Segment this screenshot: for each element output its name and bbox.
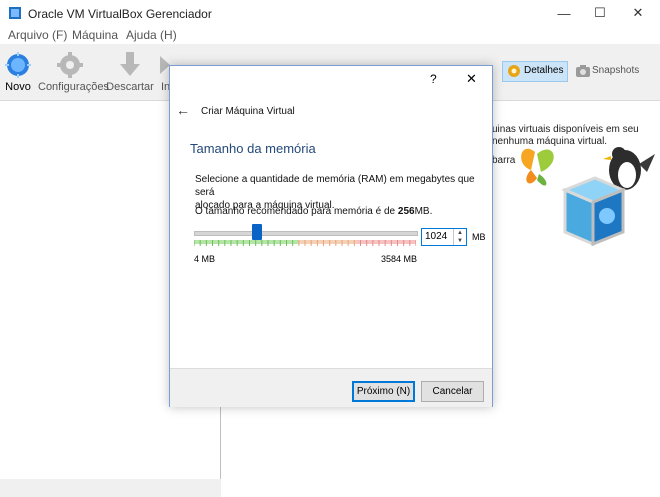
cancel-button[interactable]: Cancelar <box>421 381 484 402</box>
menu-maquina[interactable]: Máquina <box>72 28 118 42</box>
memory-slider-thumb[interactable] <box>252 224 263 240</box>
menu-arquivo[interactable]: Arquivo (F) <box>8 28 67 42</box>
spin-down-icon[interactable]: ▼ <box>454 237 466 245</box>
new-label: Novo <box>5 81 31 93</box>
discard-arrow-icon <box>120 52 140 76</box>
window-title: Oracle VM VirtualBox Gerenciador <box>28 7 212 21</box>
virtualbox-welcome-illustration <box>521 147 655 247</box>
new-button[interactable]: Novo <box>2 44 34 100</box>
recommended-memory-text: O tamanho recomendado para memória é de … <box>195 205 432 218</box>
create-vm-dialog: ? ✕ ← Criar Máquina Virtual Tamanho da m… <box>169 65 493 407</box>
memory-unit-label: MB <box>472 232 486 242</box>
butterfly-icon <box>521 148 554 186</box>
settings-label: Configurações <box>38 81 109 93</box>
details-gear-icon <box>508 65 520 77</box>
slider-max-label: 3584 MB <box>381 254 418 264</box>
memory-slider-ticks <box>194 240 416 246</box>
camera-icon <box>576 65 590 77</box>
description-line-1: Selecione a quantidade de memória (RAM) … <box>195 174 475 198</box>
maximize-button[interactable]: ☐ <box>582 0 618 26</box>
slider-min-label: 4 MB <box>194 254 216 264</box>
menu-ajuda[interactable]: Ajuda (H) <box>126 28 177 42</box>
snapshots-button[interactable]: Snapshots <box>574 62 644 81</box>
memory-spinbox[interactable]: 1024 ▲ ▼ <box>421 228 467 246</box>
section-title: Tamanho da memória <box>190 141 316 156</box>
recommended-value: 256 <box>397 206 415 217</box>
next-button[interactable]: Próximo (N) <box>352 381 415 402</box>
virtualbox-cube-icon <box>561 176 627 247</box>
minimize-button[interactable]: — <box>546 0 582 26</box>
menu-bar: Arquivo (F) Máquina Ajuda (H) <box>0 26 660 44</box>
title-bar: Oracle VM VirtualBox Gerenciador — ☐ ✕ <box>0 0 660 26</box>
discard-label: Descartar <box>106 81 154 93</box>
dialog-close-button[interactable]: ✕ <box>466 71 477 87</box>
status-strip <box>0 479 221 497</box>
memory-slider-track[interactable] <box>194 231 418 236</box>
slider-zone <box>356 240 416 244</box>
settings-button[interactable]: Configurações <box>38 44 109 100</box>
memory-value: 1024 <box>425 231 448 242</box>
virtualbox-app-icon <box>8 6 22 20</box>
gear-icon <box>57 52 83 78</box>
snapshots-label: Snapshots <box>592 65 640 76</box>
discard-button[interactable]: Descartar <box>106 44 154 100</box>
details-label: Detalhes <box>524 65 564 76</box>
welcome-line-1: uinas virtuais disponíveis em seu <box>492 124 639 135</box>
slider-zone <box>194 240 299 244</box>
back-arrow-icon[interactable]: ← <box>176 102 190 118</box>
dialog-header: Criar Máquina Virtual <box>201 106 295 117</box>
details-button[interactable]: Detalhes <box>502 61 568 82</box>
spin-up-icon[interactable]: ▲ <box>454 229 466 237</box>
recommended-prefix: O tamanho recomendado para memória é de <box>195 206 398 217</box>
spin-arrows[interactable]: ▲ ▼ <box>453 229 466 245</box>
help-button[interactable]: ? <box>430 72 437 86</box>
new-vm-icon <box>5 52 31 78</box>
close-button[interactable]: ✕ <box>620 0 656 26</box>
recommended-suffix: MB. <box>414 206 433 217</box>
dialog-footer: Próximo (N) Cancelar <box>170 368 492 407</box>
slider-zone <box>298 240 357 244</box>
